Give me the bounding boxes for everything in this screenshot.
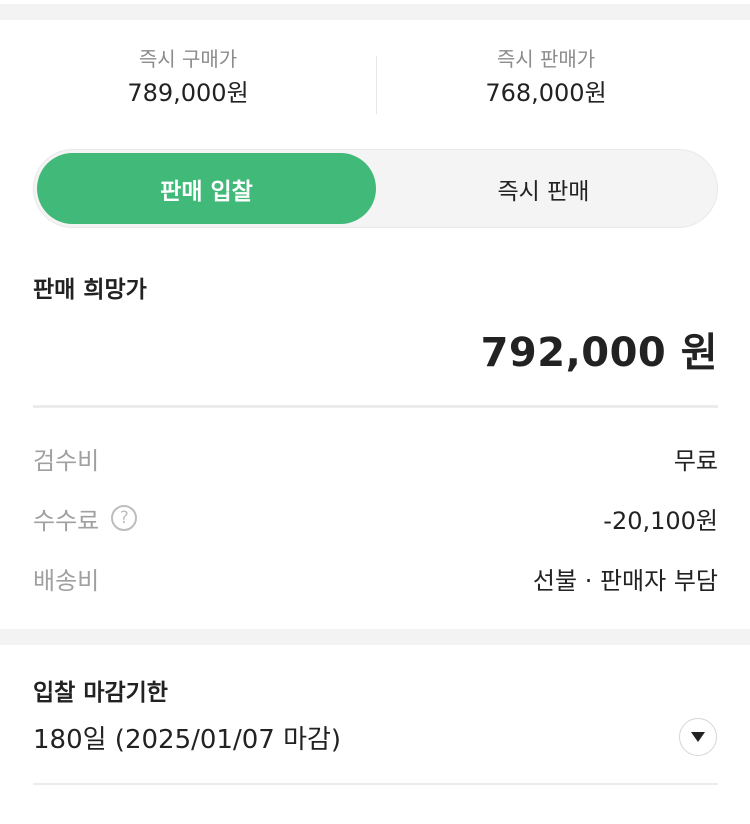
shipping-fee-row: 배송비 선불 · 판매자 부담 — [33, 558, 718, 598]
sell-mode-toggle: 판매 입찰 즉시 판매 — [33, 149, 718, 228]
sell-now-tab[interactable]: 즉시 판매 — [374, 153, 713, 224]
inspection-fee-row: 검수비 무료 — [33, 438, 718, 478]
price-summary: 즉시 구매가 789,000원 즉시 판매가 768,000원 — [0, 44, 750, 120]
commission-fee-value: -20,100원 — [603, 506, 718, 535]
commission-fee-label-wrap: 수수료 ? — [33, 501, 138, 536]
sell-now-price-block: 즉시 판매가 768,000원 — [376, 44, 716, 110]
deadline-value[interactable]: 180일 (2025/01/07 마감) — [33, 719, 341, 756]
sell-now-price: 768,000원 — [485, 79, 607, 107]
buy-now-price: 789,000원 — [127, 79, 249, 107]
wish-price-input[interactable]: 792,000 원 — [481, 320, 718, 378]
wish-price-title: 판매 희망가 — [33, 277, 147, 303]
sell-bid-tab[interactable]: 판매 입찰 — [37, 153, 376, 224]
top-spacer — [0, 0, 750, 20]
buy-now-price-block: 즉시 구매가 789,000원 — [18, 44, 358, 110]
wish-price-divider — [33, 405, 718, 408]
shipping-fee-value: 선불 · 판매자 부담 — [532, 566, 718, 595]
inspection-fee-label: 검수비 — [33, 446, 100, 475]
deadline-title: 입찰 마감기한 — [33, 680, 168, 706]
inspection-fee-value: 무료 — [673, 446, 718, 475]
commission-fee-label: 수수료 — [33, 506, 100, 535]
deadline-dropdown-button[interactable] — [679, 718, 717, 756]
help-icon[interactable]: ? — [111, 505, 138, 531]
buy-now-label: 즉시 구매가 — [138, 47, 238, 71]
shipping-fee-label: 배송비 — [33, 566, 100, 595]
commission-fee-row: 수수료 ? -20,100원 — [33, 498, 718, 538]
top-band — [0, 4, 750, 20]
sell-now-label: 즉시 판매가 — [496, 47, 596, 71]
deadline-divider — [33, 783, 718, 785]
section-separator — [0, 629, 750, 645]
chevron-down-icon — [691, 732, 705, 742]
